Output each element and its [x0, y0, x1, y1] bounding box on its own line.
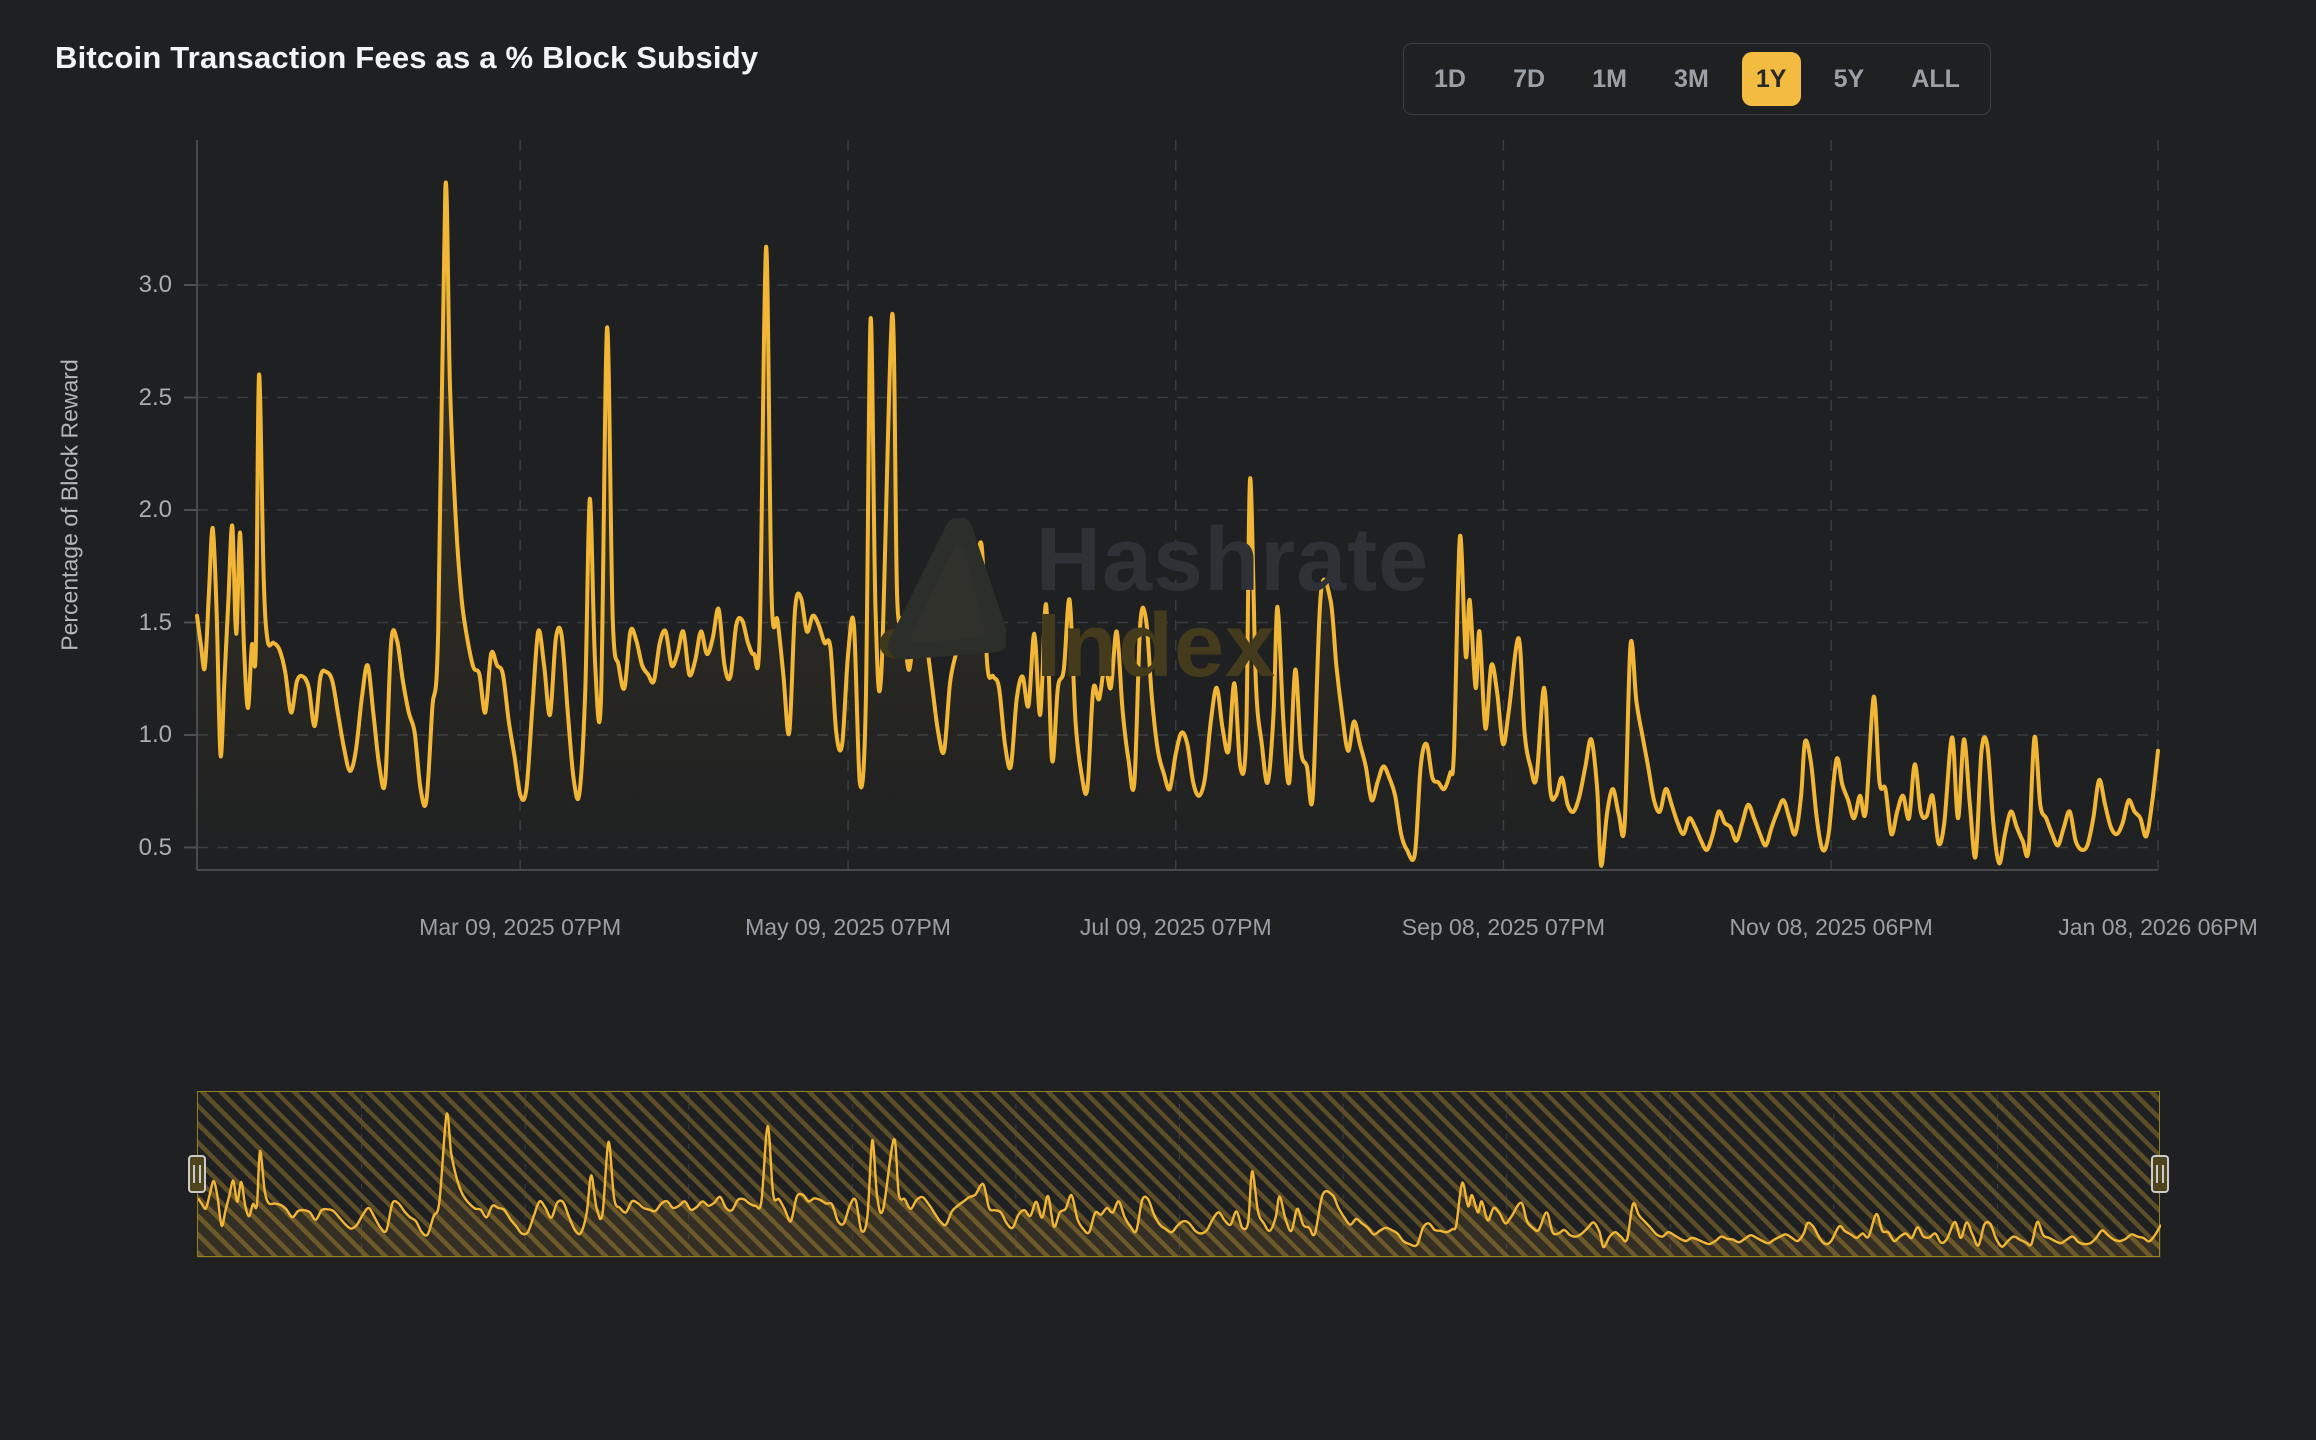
- y-tick-label: 2.0: [42, 494, 172, 526]
- x-tick-label: Sep 08, 2025 07PM: [1343, 912, 1663, 942]
- x-tick-label: Mar 09, 2025 07PM: [360, 912, 680, 942]
- x-tick-label: May 09, 2025 07PM: [688, 912, 1008, 942]
- y-tick-label: 1.5: [42, 607, 172, 639]
- navigator-handle-left[interactable]: [188, 1155, 206, 1193]
- x-tick-label: Jul 09, 2025 07PM: [1016, 912, 1336, 942]
- y-tick-label: 0.5: [42, 832, 172, 864]
- chart-page: Bitcoin Transaction Fees as a % Block Su…: [0, 0, 2316, 1440]
- navigator[interactable]: [197, 1091, 2160, 1257]
- y-tick-label: 3.0: [42, 269, 172, 301]
- navigator-chart: [198, 1092, 2161, 1258]
- y-tick-label: 1.0: [42, 719, 172, 751]
- x-tick-label: Jan 08, 2026 06PM: [1998, 912, 2316, 942]
- navigator-handle-right[interactable]: [2151, 1155, 2169, 1193]
- y-tick-label: 2.5: [42, 382, 172, 414]
- x-tick-label: Nov 08, 2025 06PM: [1671, 912, 1991, 942]
